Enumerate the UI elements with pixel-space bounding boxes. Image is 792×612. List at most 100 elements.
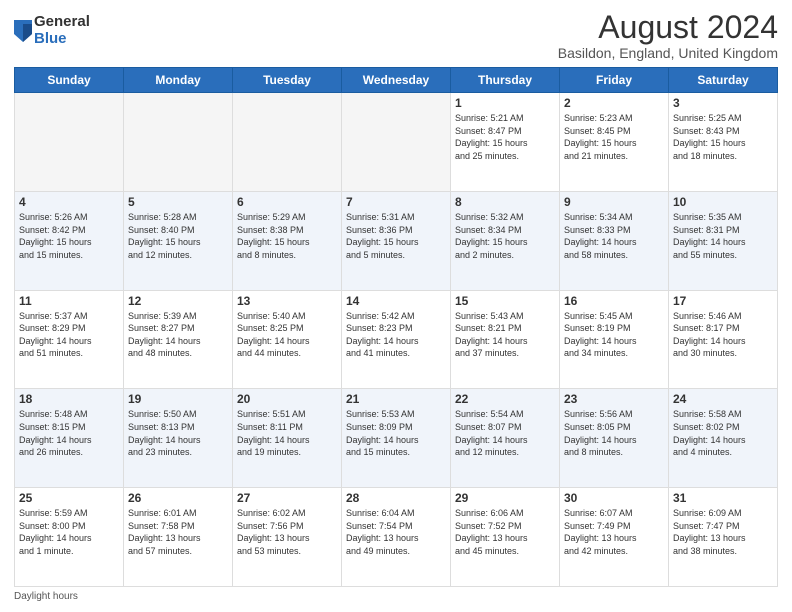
day-number: 11 — [19, 294, 119, 308]
day-info: Sunrise: 5:28 AM Sunset: 8:40 PM Dayligh… — [128, 211, 228, 261]
calendar-day-cell: 13 Sunrise: 5:40 AM Sunset: 8:25 PM Dayli… — [233, 290, 342, 389]
logo: General Blue — [14, 14, 90, 47]
day-number: 20 — [237, 392, 337, 406]
day-info: Sunrise: 6:06 AM Sunset: 7:52 PM Dayligh… — [455, 507, 555, 557]
calendar-day-cell: 16Sunrise: 5:45 AM Sunset: 8:19 PM Dayli… — [560, 290, 669, 389]
day-number: 9 — [564, 195, 664, 209]
day-number: 24 — [673, 392, 773, 406]
main-title: August 2024 — [558, 10, 778, 45]
calendar-day-cell — [15, 93, 124, 192]
calendar-day-cell: 7 Sunrise: 5:31 AM Sunset: 8:36 PM Daylig… — [342, 191, 451, 290]
calendar-day-header: Monday — [124, 68, 233, 93]
calendar-week-row: 1Sunrise: 5:21 AM Sunset: 8:47 PM Daylig… — [15, 93, 778, 192]
page: General Blue August 2024 Basildon, Engla… — [0, 0, 792, 612]
day-number: 2 — [564, 96, 664, 110]
day-info: Sunrise: 5:56 AM Sunset: 8:05 PM Dayligh… — [564, 408, 664, 458]
day-number: 29 — [455, 491, 555, 505]
day-number: 8 — [455, 195, 555, 209]
day-number: 4 — [19, 195, 119, 209]
day-number: 31 — [673, 491, 773, 505]
day-info: Sunrise: 5:25 AM Sunset: 8:43 PM Dayligh… — [673, 112, 773, 162]
day-number: 7 — [346, 195, 446, 209]
calendar-day-cell: 23 Sunrise: 5:56 AM Sunset: 8:05 PM Dayli… — [560, 389, 669, 488]
calendar-day-cell — [124, 93, 233, 192]
day-info: Sunrise: 5:29 AM Sunset: 8:38 PM Dayligh… — [237, 211, 337, 261]
day-number: 5 — [128, 195, 228, 209]
calendar-day-cell: 21 Sunrise: 5:53 AM Sunset: 8:09 PM Dayli… — [342, 389, 451, 488]
calendar-day-cell: 9 Sunrise: 5:34 AM Sunset: 8:33 PM Daylig… — [560, 191, 669, 290]
day-info: Sunrise: 6:09 AM Sunset: 7:47 PM Dayligh… — [673, 507, 773, 557]
day-info: Sunrise: 5:59 AM Sunset: 8:00 PM Dayligh… — [19, 507, 119, 557]
calendar-day-cell: 5 Sunrise: 5:28 AM Sunset: 8:40 PM Daylig… — [124, 191, 233, 290]
day-number: 25 — [19, 491, 119, 505]
day-info: Sunrise: 5:42 AM Sunset: 8:23 PM Dayligh… — [346, 310, 446, 360]
calendar-day-cell: 12 Sunrise: 5:39 AM Sunset: 8:27 PM Dayli… — [124, 290, 233, 389]
calendar-week-row: 11 Sunrise: 5:37 AM Sunset: 8:29 PM Dayli… — [15, 290, 778, 389]
day-info: Sunrise: 5:53 AM Sunset: 8:09 PM Dayligh… — [346, 408, 446, 458]
day-info: Sunrise: 5:51 AM Sunset: 8:11 PM Dayligh… — [237, 408, 337, 458]
day-number: 13 — [237, 294, 337, 308]
day-info: Sunrise: 5:45 AM Sunset: 8:19 PM Dayligh… — [564, 310, 664, 360]
calendar-day-cell: 28Sunrise: 6:04 AM Sunset: 7:54 PM Dayli… — [342, 488, 451, 587]
day-number: 27 — [237, 491, 337, 505]
calendar-day-cell: 6 Sunrise: 5:29 AM Sunset: 8:38 PM Daylig… — [233, 191, 342, 290]
day-info: Sunrise: 5:35 AM Sunset: 8:31 PM Dayligh… — [673, 211, 773, 261]
day-number: 26 — [128, 491, 228, 505]
calendar-day-header: Saturday — [669, 68, 778, 93]
day-number: 19 — [128, 392, 228, 406]
calendar-day-cell: 25 Sunrise: 5:59 AM Sunset: 8:00 PM Dayli… — [15, 488, 124, 587]
day-number: 6 — [237, 195, 337, 209]
calendar-day-cell: 14Sunrise: 5:42 AM Sunset: 8:23 PM Dayli… — [342, 290, 451, 389]
daylight-hours-label: Daylight hours — [14, 591, 78, 602]
calendar-day-cell: 1Sunrise: 5:21 AM Sunset: 8:47 PM Daylig… — [451, 93, 560, 192]
day-number: 12 — [128, 294, 228, 308]
day-info: Sunrise: 5:31 AM Sunset: 8:36 PM Dayligh… — [346, 211, 446, 261]
footer-note: Daylight hours — [14, 591, 778, 602]
day-number: 18 — [19, 392, 119, 406]
calendar-day-cell: 8 Sunrise: 5:32 AM Sunset: 8:34 PM Daylig… — [451, 191, 560, 290]
calendar-day-cell: 19 Sunrise: 5:50 AM Sunset: 8:13 PM Dayli… — [124, 389, 233, 488]
day-info: Sunrise: 5:40 AM Sunset: 8:25 PM Dayligh… — [237, 310, 337, 360]
day-info: Sunrise: 5:43 AM Sunset: 8:21 PM Dayligh… — [455, 310, 555, 360]
day-info: Sunrise: 5:46 AM Sunset: 8:17 PM Dayligh… — [673, 310, 773, 360]
day-number: 23 — [564, 392, 664, 406]
calendar-day-cell: 22Sunrise: 5:54 AM Sunset: 8:07 PM Dayli… — [451, 389, 560, 488]
title-block: August 2024 Basildon, England, United Ki… — [558, 10, 778, 61]
calendar-day-cell — [342, 93, 451, 192]
calendar-day-cell: 18Sunrise: 5:48 AM Sunset: 8:15 PM Dayli… — [15, 389, 124, 488]
calendar-day-cell — [233, 93, 342, 192]
day-number: 21 — [346, 392, 446, 406]
calendar-day-cell: 17Sunrise: 5:46 AM Sunset: 8:17 PM Dayli… — [669, 290, 778, 389]
calendar-day-cell: 2 Sunrise: 5:23 AM Sunset: 8:45 PM Daylig… — [560, 93, 669, 192]
day-number: 28 — [346, 491, 446, 505]
day-info: Sunrise: 5:21 AM Sunset: 8:47 PM Dayligh… — [455, 112, 555, 162]
day-info: Sunrise: 5:50 AM Sunset: 8:13 PM Dayligh… — [128, 408, 228, 458]
calendar-table: SundayMondayTuesdayWednesdayThursdayFrid… — [14, 67, 778, 587]
logo-general: General — [34, 14, 90, 31]
calendar-day-cell: 4 Sunrise: 5:26 AM Sunset: 8:42 PM Daylig… — [15, 191, 124, 290]
day-number: 15 — [455, 294, 555, 308]
day-number: 22 — [455, 392, 555, 406]
day-number: 10 — [673, 195, 773, 209]
calendar-day-cell: 30Sunrise: 6:07 AM Sunset: 7:49 PM Dayli… — [560, 488, 669, 587]
day-info: Sunrise: 5:32 AM Sunset: 8:34 PM Dayligh… — [455, 211, 555, 261]
calendar-day-cell: 26 Sunrise: 6:01 AM Sunset: 7:58 PM Dayli… — [124, 488, 233, 587]
calendar-day-cell: 24 Sunrise: 5:58 AM Sunset: 8:02 PM Dayli… — [669, 389, 778, 488]
day-info: Sunrise: 5:39 AM Sunset: 8:27 PM Dayligh… — [128, 310, 228, 360]
calendar-day-cell: 29 Sunrise: 6:06 AM Sunset: 7:52 PM Dayli… — [451, 488, 560, 587]
header: General Blue August 2024 Basildon, Engla… — [14, 10, 778, 61]
day-info: Sunrise: 5:23 AM Sunset: 8:45 PM Dayligh… — [564, 112, 664, 162]
calendar-day-cell: 11 Sunrise: 5:37 AM Sunset: 8:29 PM Dayli… — [15, 290, 124, 389]
calendar-week-row: 4 Sunrise: 5:26 AM Sunset: 8:42 PM Daylig… — [15, 191, 778, 290]
calendar-day-cell: 20 Sunrise: 5:51 AM Sunset: 8:11 PM Dayli… — [233, 389, 342, 488]
calendar-day-header: Thursday — [451, 68, 560, 93]
day-info: Sunrise: 5:37 AM Sunset: 8:29 PM Dayligh… — [19, 310, 119, 360]
calendar-day-cell: 15 Sunrise: 5:43 AM Sunset: 8:21 PM Dayli… — [451, 290, 560, 389]
calendar-day-header: Tuesday — [233, 68, 342, 93]
day-info: Sunrise: 5:34 AM Sunset: 8:33 PM Dayligh… — [564, 211, 664, 261]
day-info: Sunrise: 5:26 AM Sunset: 8:42 PM Dayligh… — [19, 211, 119, 261]
subtitle: Basildon, England, United Kingdom — [558, 45, 778, 61]
day-info: Sunrise: 5:58 AM Sunset: 8:02 PM Dayligh… — [673, 408, 773, 458]
day-info: Sunrise: 6:01 AM Sunset: 7:58 PM Dayligh… — [128, 507, 228, 557]
calendar-week-row: 18Sunrise: 5:48 AM Sunset: 8:15 PM Dayli… — [15, 389, 778, 488]
